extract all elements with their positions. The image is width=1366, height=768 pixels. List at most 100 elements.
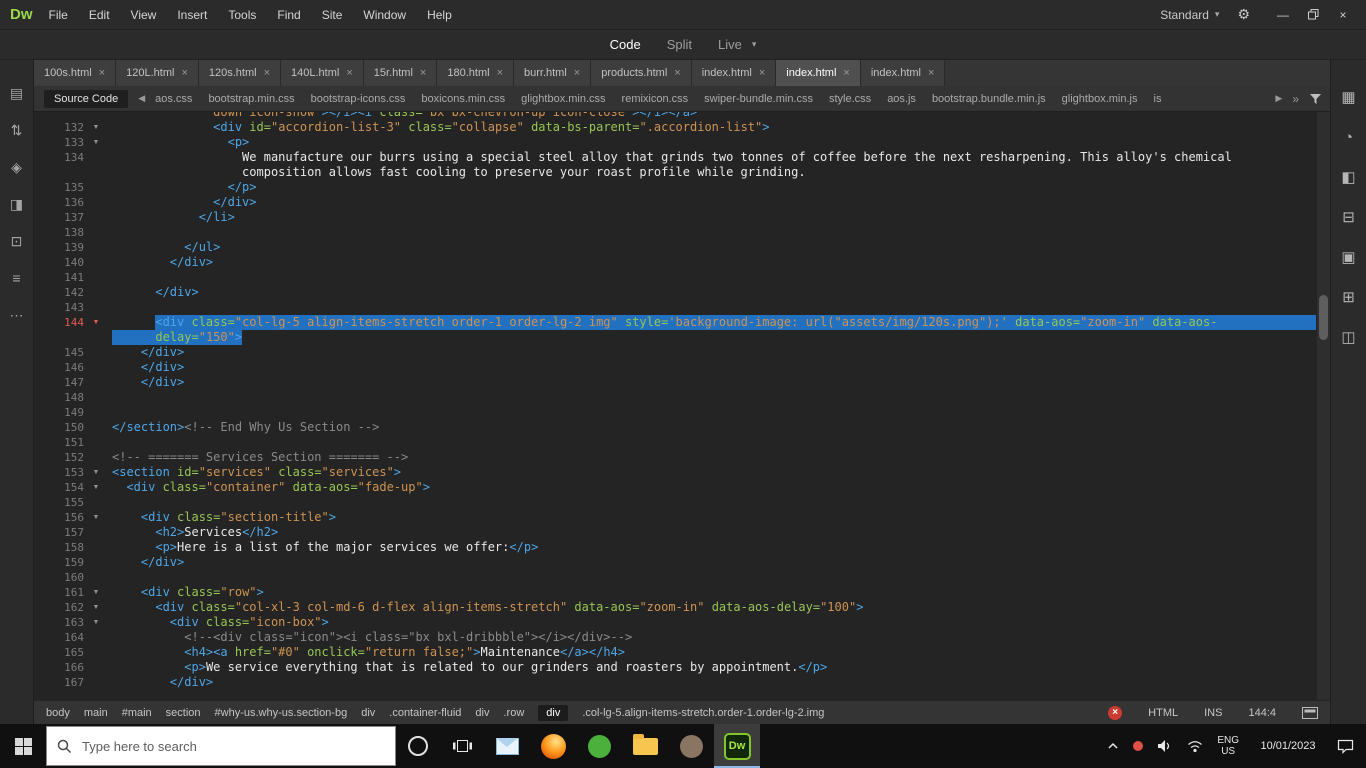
fold-toggle-icon[interactable]: ▼ (84, 315, 108, 330)
related-file[interactable]: bootstrap-icons.css (311, 93, 406, 105)
code-line[interactable]: 148 (34, 390, 1330, 405)
filter-files-icon[interactable] (1309, 93, 1322, 105)
code-line[interactable]: 155 (34, 495, 1330, 510)
menu-file[interactable]: File (49, 8, 68, 22)
code-line[interactable]: 147 </div> (34, 375, 1330, 390)
green-app-icon[interactable] (576, 724, 622, 768)
document-tab[interactable]: 140L.html × (281, 60, 364, 86)
menu-tools[interactable]: Tools (228, 8, 256, 22)
code-line[interactable]: 167 </div> (34, 675, 1330, 690)
code-line[interactable]: 165 <h4><a href= "#0" onclick= "return fal… (34, 645, 1330, 660)
document-tab[interactable]: index.html × (860, 60, 946, 86)
related-file[interactable]: boxicons.min.css (421, 93, 505, 105)
related-file[interactable]: remixicon.css (622, 93, 689, 105)
code-line[interactable]: 142 </div> (34, 285, 1330, 300)
tag-selector[interactable]: main (84, 707, 108, 719)
workspace-switcher[interactable]: Standard ▾ (1160, 8, 1219, 22)
menu-site[interactable]: Site (322, 8, 343, 22)
fold-toggle-icon[interactable]: ▼ (84, 480, 108, 495)
menu-insert[interactable]: Insert (177, 8, 207, 22)
code-line[interactable]: 164 <!--<div class="icon"><i class="bx b… (34, 630, 1330, 645)
open-documents-icon[interactable]: ▤ (10, 86, 23, 100)
document-tab[interactable]: index.html × (776, 60, 861, 86)
fold-toggle-icon[interactable]: ▼ (84, 465, 108, 480)
fold-toggle-icon[interactable]: ▼ (84, 120, 108, 135)
document-tab[interactable]: 100s.html × (34, 60, 117, 86)
fold-toggle-icon[interactable]: ▼ (84, 600, 108, 615)
menu-help[interactable]: Help (427, 8, 452, 22)
related-file-source-code[interactable]: Source Code (44, 89, 129, 108)
related-file[interactable]: aos.css (155, 93, 192, 105)
vertical-scrollbar[interactable] (1317, 112, 1330, 700)
related-file[interactable]: glightbox.min.js (1062, 93, 1138, 105)
tab-close-icon[interactable]: × (420, 67, 426, 79)
task-view-button[interactable] (440, 724, 484, 768)
tab-close-icon[interactable]: × (181, 67, 187, 79)
fold-toggle-icon[interactable]: ▼ (84, 510, 108, 525)
code-line[interactable]: 149 (34, 405, 1330, 420)
document-tab[interactable]: 120L.html × (116, 60, 199, 86)
view-mode-split[interactable]: Split (667, 37, 692, 52)
code-editor[interactable]: down icon-show" ></i><i class= "bx bx-chev… (34, 112, 1330, 700)
insert-panel-icon[interactable]: ▦ (1341, 90, 1355, 105)
code-line[interactable]: 140 </div> (34, 255, 1330, 270)
files-panel-icon[interactable]: ◧ (1341, 170, 1355, 185)
tag-selector[interactable]: body (46, 707, 70, 719)
taskbar-clock[interactable]: 10/01/2023 (1253, 740, 1323, 752)
fold-toggle-icon[interactable]: ▼ (84, 135, 108, 150)
cortana-button[interactable] (396, 724, 440, 768)
volume-icon[interactable] (1157, 739, 1173, 753)
tab-close-icon[interactable]: × (346, 67, 352, 79)
document-tab[interactable]: products.html × (591, 60, 692, 86)
related-file[interactable]: is (1154, 93, 1162, 105)
menu-edit[interactable]: Edit (89, 8, 110, 22)
code-line[interactable]: 152 <!-- ======= Services Section =======… (34, 450, 1330, 465)
live-dropdown-icon[interactable]: ▾ (752, 39, 757, 50)
code-line[interactable]: 146 </div> (34, 360, 1330, 375)
tray-app-icon[interactable] (1133, 741, 1144, 751)
language-indicator[interactable]: ENG US (1217, 735, 1239, 757)
file-management-icon[interactable]: ⇅ (11, 123, 23, 137)
code-line[interactable]: 156 ▼ <div class= "section-title" > (34, 510, 1330, 525)
code-line[interactable]: 166 <p> We service everything that is rel… (34, 660, 1330, 675)
file-explorer-icon[interactable] (622, 724, 668, 768)
taskbar-search[interactable] (46, 726, 396, 766)
network-icon[interactable] (1187, 740, 1203, 753)
live-view-options-icon[interactable]: ◈ (11, 160, 22, 174)
document-tab[interactable]: 15r.html × (363, 60, 438, 86)
code-line[interactable]: 160 (34, 570, 1330, 585)
tab-close-icon[interactable]: × (759, 67, 765, 79)
scroll-left-icon[interactable]: ◀ (138, 93, 145, 104)
menu-window[interactable]: Window (363, 8, 406, 22)
code-line[interactable]: 143 (34, 300, 1330, 315)
sync-settings-icon[interactable]: ⚙ (1237, 6, 1250, 23)
dom-panel-icon[interactable]: ▣ (1341, 250, 1355, 265)
document-tab[interactable]: burr.html × (514, 60, 592, 86)
overflow-files-icon[interactable]: » (1292, 92, 1299, 106)
code-line[interactable]: 141 (34, 270, 1330, 285)
gimp-app-icon[interactable] (668, 724, 714, 768)
live-preview-icon[interactable] (1302, 706, 1318, 719)
action-center-icon[interactable] (1337, 739, 1354, 754)
close-button[interactable]: × (1328, 0, 1358, 30)
menu-view[interactable]: View (131, 8, 157, 22)
code-line[interactable]: composition allows fast cooling to prese… (34, 165, 1330, 180)
code-line[interactable]: 135 </p> (34, 180, 1330, 195)
mail-app-icon[interactable] (484, 724, 530, 768)
tag-selector[interactable]: .row (503, 707, 524, 719)
tab-close-icon[interactable]: × (928, 67, 934, 79)
document-tab[interactable]: 180.html × (437, 60, 514, 86)
code-line[interactable]: 144 ▼ <div class= "col-lg-5 align-items-st… (34, 315, 1330, 330)
code-line[interactable]: 159 </div> (34, 555, 1330, 570)
tag-selector[interactable]: div (475, 707, 489, 719)
menu-find[interactable]: Find (277, 8, 300, 22)
code-line[interactable]: 162 ▼ <div class= "col-xl-3 col-md-6 d-fle… (34, 600, 1330, 615)
code-line[interactable]: 133 ▼ <p> (34, 135, 1330, 150)
hidden-icons-chevron[interactable] (1107, 742, 1119, 750)
code-line[interactable]: 138 (34, 225, 1330, 240)
minimize-button[interactable]: — (1268, 0, 1298, 30)
tab-close-icon[interactable]: × (264, 67, 270, 79)
snippets-panel-icon[interactable]: ◫ (1341, 330, 1355, 345)
tag-selector[interactable]: div (538, 704, 569, 721)
code-line[interactable]: 154 ▼ <div class= "container" data-aos= "fa… (34, 480, 1330, 495)
